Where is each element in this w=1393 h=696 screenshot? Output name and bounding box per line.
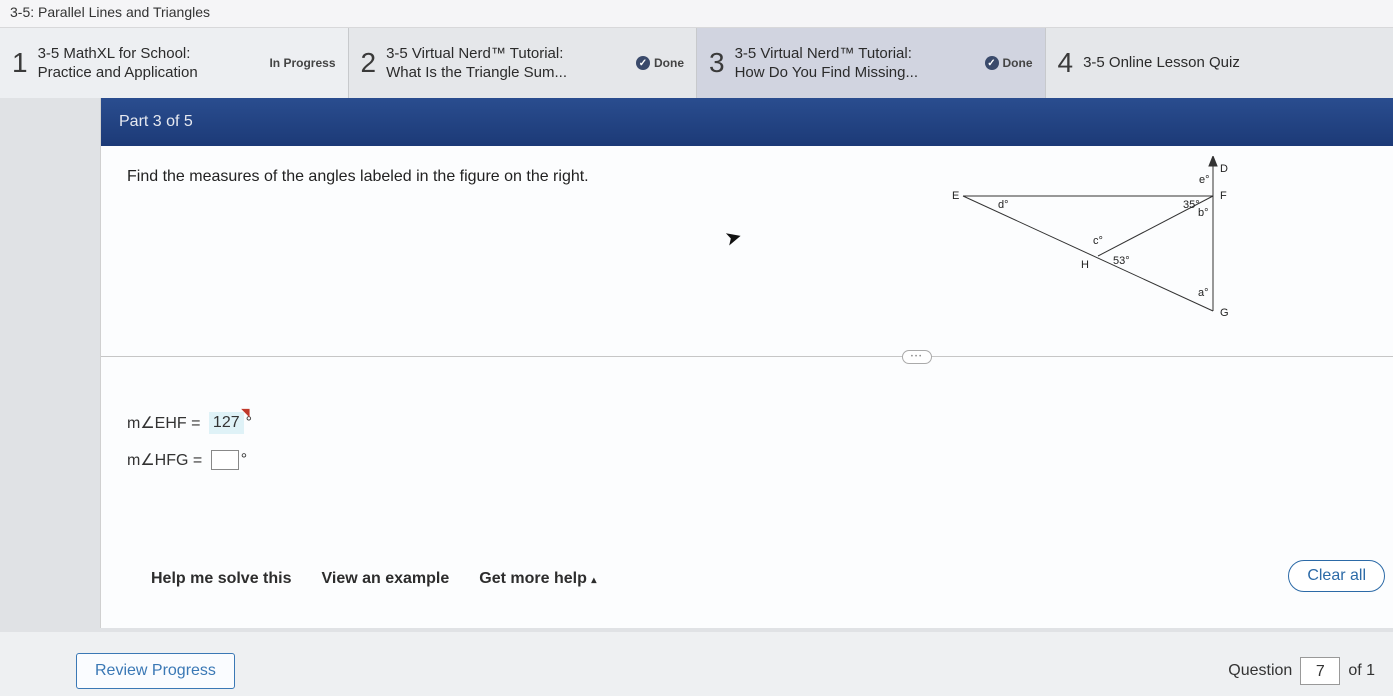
- check-icon: ✓: [985, 56, 999, 70]
- tab-subtitle: How Do You Find Missing...: [735, 63, 975, 83]
- tab-number: 3: [709, 47, 725, 79]
- tab-number: 1: [12, 47, 28, 79]
- angle-EHG: 53°: [1113, 255, 1130, 267]
- answer-row-hfg: m∠HFG = °: [127, 450, 1367, 470]
- tab-status: ✓ Done: [636, 56, 684, 70]
- question-number: 7: [1300, 657, 1340, 685]
- part-label: Part 3 of 5: [119, 113, 193, 131]
- tab-number: 4: [1058, 47, 1074, 79]
- help-row: Help me solve this View an example Get m…: [151, 570, 596, 588]
- flag-icon: ◥: [241, 406, 249, 419]
- review-progress-button[interactable]: Review Progress: [76, 653, 235, 689]
- previous-answer: 127 ◥: [209, 412, 244, 434]
- tab-4[interactable]: 4 3-5 Online Lesson Quiz: [1046, 28, 1393, 98]
- clear-all-button[interactable]: Clear all: [1288, 560, 1385, 592]
- answer-lhs: m∠EHF =: [127, 413, 200, 433]
- divider: •••: [101, 356, 1393, 357]
- tab-title: 3-5 Virtual Nerd™ Tutorial:: [735, 44, 975, 64]
- answer-input-hfg[interactable]: [211, 450, 239, 470]
- get-more-help[interactable]: Get more help ▴: [479, 570, 596, 588]
- question-indicator: Question 7 of 1: [1228, 657, 1375, 685]
- footer: Review Progress Question 7 of 1: [0, 632, 1393, 696]
- angle-b: b°: [1198, 207, 1209, 219]
- check-icon: ✓: [636, 56, 650, 70]
- tab-number: 2: [361, 47, 377, 79]
- help-me-solve[interactable]: Help me solve this: [151, 570, 292, 588]
- tab-title: 3-5 Online Lesson Quiz: [1083, 53, 1381, 73]
- assignment-tabs: 1 3-5 MathXL for School: Practice and Ap…: [0, 28, 1393, 98]
- triangle-figure: E F G H D d° 35° b° e° c° 53° a°: [943, 156, 1253, 326]
- angle-e: e°: [1199, 174, 1210, 186]
- tab-body: 3-5 Online Lesson Quiz: [1083, 53, 1381, 73]
- divider-handle[interactable]: •••: [902, 350, 932, 364]
- tab-subtitle: Practice and Application: [38, 63, 260, 83]
- caret-up-icon: ▴: [591, 575, 596, 586]
- tab-1[interactable]: 1 3-5 MathXL for School: Practice and Ap…: [0, 28, 349, 98]
- answer-row-ehf: m∠EHF = 127 ◥ °: [127, 412, 1367, 434]
- vertex-H: H: [1081, 259, 1089, 271]
- question-label: Question: [1228, 662, 1292, 680]
- tab-title: 3-5 Virtual Nerd™ Tutorial:: [386, 44, 626, 64]
- angle-d: d°: [998, 199, 1009, 211]
- tab-body: 3-5 MathXL for School: Practice and Appl…: [38, 44, 260, 83]
- question-zone: Find the measures of the angles labeled …: [101, 146, 1393, 356]
- tab-body: 3-5 Virtual Nerd™ Tutorial: What Is the …: [386, 44, 626, 83]
- tab-title: 3-5 MathXL for School:: [38, 44, 260, 64]
- tab-status: In Progress: [269, 56, 335, 70]
- vertex-F: F: [1220, 190, 1227, 202]
- angle-c: c°: [1093, 235, 1103, 247]
- answers: m∠EHF = 127 ◥ ° m∠HFG = °: [101, 357, 1393, 470]
- tab-subtitle: What Is the Triangle Sum...: [386, 63, 626, 83]
- degree-unit: °: [241, 451, 247, 469]
- question-of: of 1: [1348, 662, 1375, 680]
- breadcrumb: 3-5: Parallel Lines and Triangles: [10, 4, 210, 20]
- vertex-D: D: [1220, 163, 1228, 175]
- answer-lhs: m∠HFG =: [127, 450, 202, 470]
- vertex-E: E: [952, 190, 959, 202]
- angle-a: a°: [1198, 287, 1209, 299]
- cursor-icon: ➤: [722, 223, 745, 251]
- tab-status: ✓ Done: [985, 56, 1033, 70]
- vertex-G: G: [1220, 307, 1229, 319]
- part-bar: Part 3 of 5: [101, 98, 1393, 146]
- tab-2[interactable]: 2 3-5 Virtual Nerd™ Tutorial: What Is th…: [349, 28, 698, 98]
- tab-body: 3-5 Virtual Nerd™ Tutorial: How Do You F…: [735, 44, 975, 83]
- tab-3[interactable]: 3 3-5 Virtual Nerd™ Tutorial: How Do You…: [697, 28, 1046, 98]
- breadcrumb-strip: 3-5: Parallel Lines and Triangles: [0, 0, 1393, 28]
- view-example[interactable]: View an example: [322, 570, 450, 588]
- content-area: Part 3 of 5 Find the measures of the ang…: [100, 98, 1393, 628]
